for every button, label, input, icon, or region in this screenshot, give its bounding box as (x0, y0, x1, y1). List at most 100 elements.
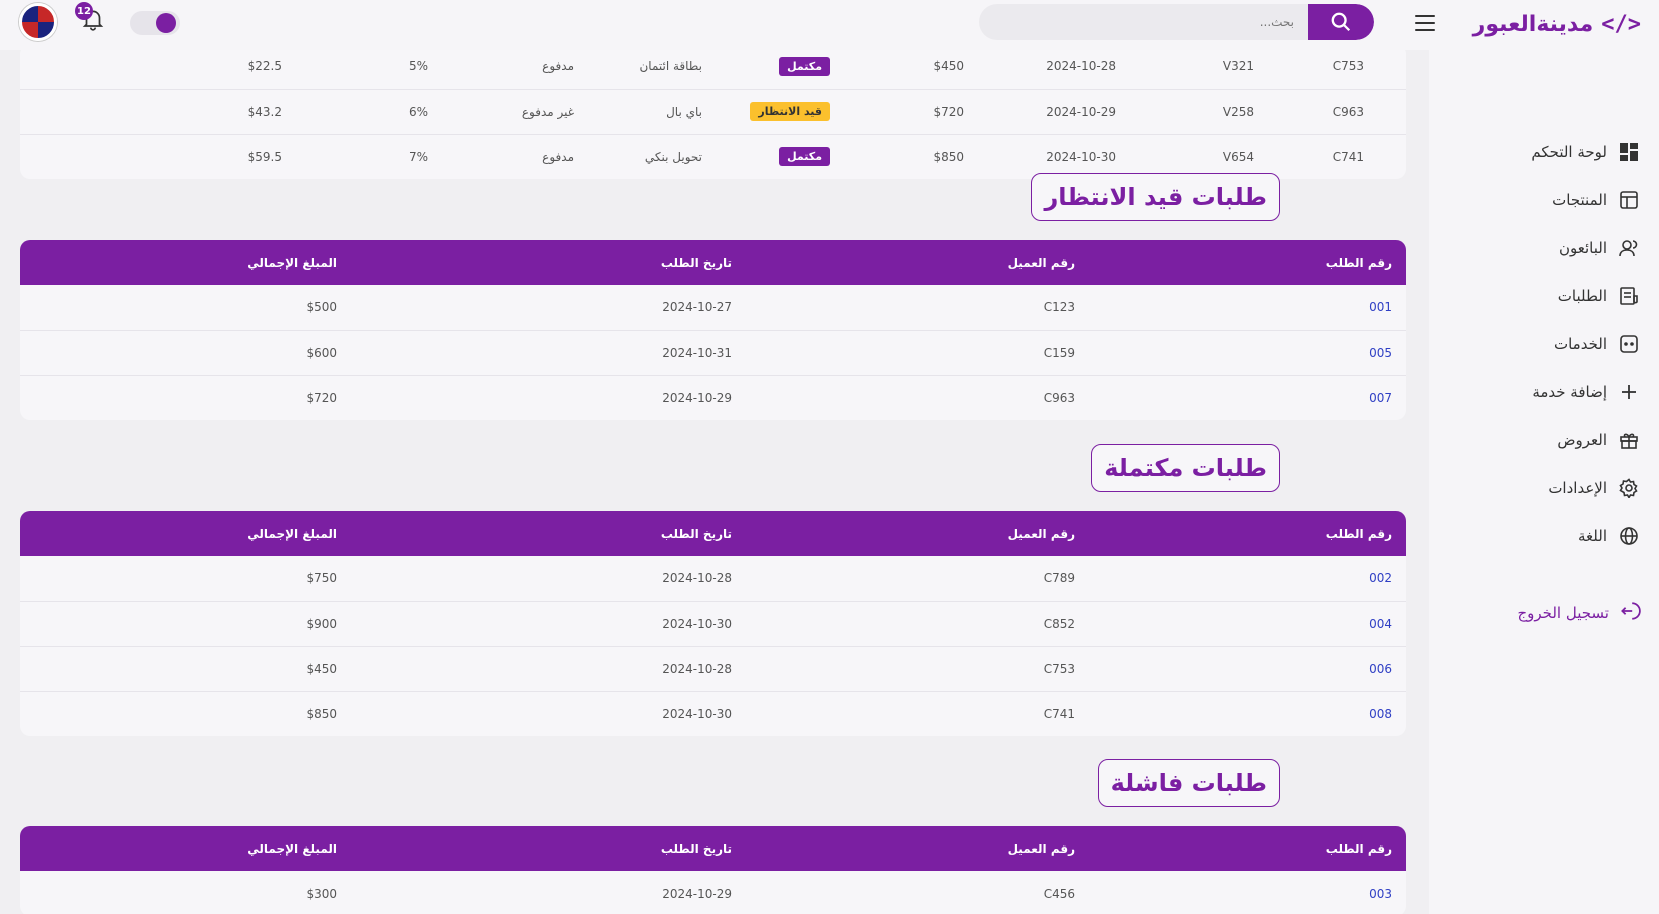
customer-id: C963 (1043, 390, 1075, 405)
column-order-id[interactable]: رقم الطلب (1089, 240, 1406, 285)
sidebar-item-offers[interactable]: العروض (1441, 416, 1641, 464)
fee-amount: $59.5 (247, 149, 282, 164)
table-header-row: رقم الطلب رقم العميل تاريخ الطلب المبلغ … (20, 511, 1406, 556)
top-bar: </> مدينةالعبور 12 (0, 0, 1659, 50)
column-customer-id[interactable]: رقم العميل (746, 240, 1089, 285)
table-row[interactable]: 004 C852 2024-10-30 $900 (20, 601, 1406, 647)
store-icon (1617, 188, 1641, 212)
tax-rate: 7% (408, 149, 428, 164)
order-id-link[interactable]: 003 (1089, 871, 1406, 914)
sidebar-item-add-service[interactable]: إضافة خدمة (1441, 368, 1641, 416)
table-row[interactable]: 003 C456 2024-10-29 $300 (20, 871, 1406, 914)
column-order-id[interactable]: رقم الطلب (1089, 826, 1406, 871)
sidebar-item-products[interactable]: المنتجات (1441, 176, 1641, 224)
payment-method: باي بال (588, 89, 716, 135)
order-date: 2024-10-28 (351, 646, 746, 692)
order-id-link[interactable]: 006 (1378, 50, 1406, 90)
theme-toggle[interactable] (130, 11, 180, 35)
hamburger-menu-icon[interactable] (1413, 12, 1437, 34)
column-order-date[interactable]: تاريخ الطلب (351, 826, 746, 871)
sidebar-item-services[interactable]: الخدمات (1441, 320, 1641, 368)
table-row[interactable]: 005 C159 2024-10-31 $600 (20, 330, 1406, 376)
customer-id: C963 (1268, 89, 1378, 135)
column-total[interactable]: المبلغ الإجمالي (20, 511, 351, 556)
fee-amount: $22.5 (20, 50, 296, 90)
order-date: 2024-10-29 (662, 390, 732, 405)
payment-status: غير مدفوع (442, 89, 588, 135)
sidebar-item-dashboard[interactable]: لوحة التحكم (1441, 128, 1641, 176)
status-cell: مكتمل (716, 134, 844, 179)
column-order-id[interactable]: رقم الطلب (1089, 511, 1406, 556)
column-order-date[interactable]: تاريخ الطلب (351, 511, 746, 556)
gear-icon (1617, 476, 1641, 500)
tax-rate: 6% (296, 89, 442, 135)
pending-orders-title: طلبات قيد الانتظار (1031, 173, 1280, 221)
table-row[interactable]: 002 C789 2024-10-28 $750 (20, 556, 1406, 602)
customer-id: C159 (746, 330, 1089, 376)
payment-status: مدفوع (442, 50, 588, 90)
column-customer-id[interactable]: رقم العميل (746, 511, 1089, 556)
notification-badge: 12 (75, 2, 93, 20)
globe-icon (1617, 524, 1641, 548)
order-id-link[interactable]: 005 (1089, 330, 1406, 376)
fee-amount: $43.2 (20, 89, 296, 135)
table-row[interactable]: 008 C741 2024-10-30 $850 (20, 691, 1406, 736)
sidebar-item-label: اللغة (1578, 527, 1607, 545)
sidebar: لوحة التحكم المنتجات البائعون الطلبات ال… (1429, 50, 1659, 914)
brand-name: مدينةالعبور (1473, 12, 1594, 37)
table-header-row: رقم الطلب رقم العميل تاريخ الطلب المبلغ … (20, 240, 1406, 285)
search-input[interactable] (979, 4, 1308, 40)
logout-label: تسجيل الخروج (1517, 604, 1609, 622)
order-total: $850 (306, 706, 337, 721)
sidebar-item-vendors[interactable]: البائعون (1441, 224, 1641, 272)
table-row[interactable]: 001 C123 2024-10-27 $500 (20, 285, 1406, 331)
table-row[interactable]: 006 C753 V321 2024-10-28 $450 مكتمل بطاق… (20, 50, 1406, 90)
column-order-date[interactable]: تاريخ الطلب (351, 240, 746, 285)
payment-method: تحويل بنكي (644, 149, 702, 164)
order-id-link[interactable]: 006 (1089, 646, 1406, 692)
logout-button[interactable]: تسجيل الخروج (1517, 598, 1641, 628)
logout-icon (1619, 600, 1641, 626)
order-date: 2024-10-28 (351, 556, 746, 602)
tax-rate: 5% (296, 50, 442, 90)
order-id-link[interactable]: 008 (1378, 134, 1406, 179)
column-total[interactable]: المبلغ الإجمالي (20, 240, 351, 285)
vendor-id: V321 (1130, 50, 1268, 90)
order-date: 2024-10-30 (662, 706, 732, 721)
order-id-link[interactable]: 001 (1089, 285, 1406, 331)
order-id-link[interactable]: 002 (1089, 556, 1406, 602)
plus-icon (1617, 380, 1641, 404)
order-date: 2024-10-27 (351, 285, 746, 331)
search-button[interactable] (1308, 4, 1374, 40)
table-row[interactable]: 007 C963 2024-10-29 $720 (20, 375, 1406, 420)
status-badge: مكتمل (779, 147, 830, 167)
brand[interactable]: </> مدينةالعبور (1473, 6, 1641, 42)
table-row[interactable]: 007 C963 V258 2024-10-29 $720 قيد الانتظ… (20, 89, 1406, 135)
order-id-link[interactable]: 007 (1378, 89, 1406, 135)
customer-id: C852 (746, 601, 1089, 647)
avatar-logo[interactable] (19, 3, 57, 41)
order-total: $300 (306, 886, 337, 901)
code-icon: </> (1601, 11, 1641, 37)
order-id-link[interactable]: 004 (1089, 601, 1406, 647)
main-content: 006 C753 V321 2024-10-28 $450 مكتمل بطاق… (0, 50, 1428, 914)
order-id-link[interactable]: 007 (1089, 375, 1406, 420)
column-customer-id[interactable]: رقم العميل (746, 826, 1089, 871)
sidebar-item-settings[interactable]: الإعدادات (1441, 464, 1641, 512)
dashboard-icon (1617, 140, 1641, 164)
users-icon (1617, 236, 1641, 260)
column-total[interactable]: المبلغ الإجمالي (20, 826, 351, 871)
table-row[interactable]: 006 C753 2024-10-28 $450 (20, 646, 1406, 692)
order-amount: $850 (933, 149, 964, 164)
customer-id: C789 (746, 556, 1089, 602)
status-badge: قيد الانتظار (750, 102, 830, 121)
order-id-link[interactable]: 008 (1089, 691, 1406, 736)
brand-name-part1: مدينة (1536, 11, 1594, 37)
sidebar-item-orders[interactable]: الطلبات (1441, 272, 1641, 320)
order-total: $500 (20, 285, 351, 331)
customer-id: C456 (1043, 886, 1075, 901)
sidebar-item-label: المنتجات (1552, 191, 1607, 209)
sidebar-item-language[interactable]: اللغة (1441, 512, 1641, 560)
all-orders-table: 006 C753 V321 2024-10-28 $450 مكتمل بطاق… (20, 50, 1406, 179)
order-total: $600 (20, 330, 351, 376)
